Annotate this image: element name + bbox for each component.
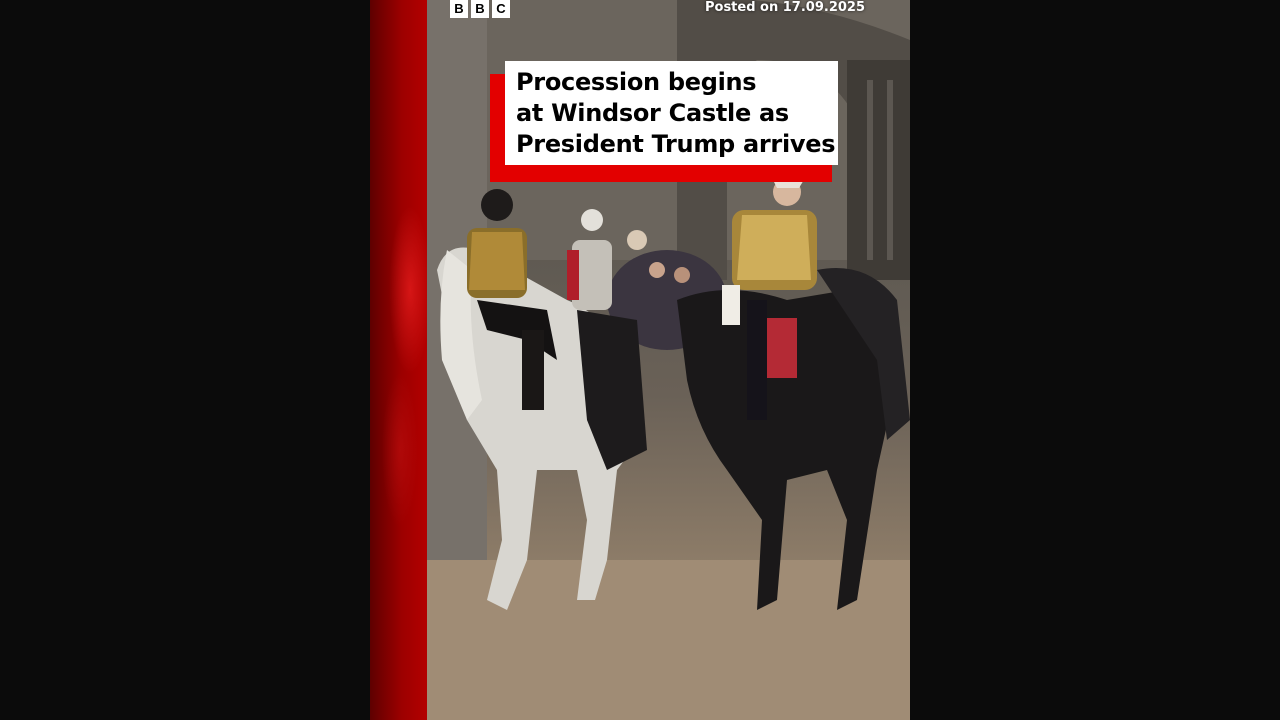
logo-letter: B <box>471 0 489 18</box>
posted-date: Posted on 17.09.2025 <box>704 0 865 15</box>
headline-caption: Procession begins at Windsor Castle as P… <box>505 61 838 165</box>
arch-window <box>847 60 910 280</box>
headline-line: Procession begins <box>516 68 757 96</box>
logo-letter: C <box>492 0 510 18</box>
bbc-logo: B B C <box>450 0 510 18</box>
headline-line: at Windsor Castle as <box>516 99 789 127</box>
headline-line: President Trump arrives <box>516 130 836 158</box>
video-player[interactable]: B B C Posted on 17.09.2025 Procession be… <box>0 0 1280 720</box>
logo-letter: B <box>450 0 468 18</box>
red-side-band <box>370 0 427 720</box>
